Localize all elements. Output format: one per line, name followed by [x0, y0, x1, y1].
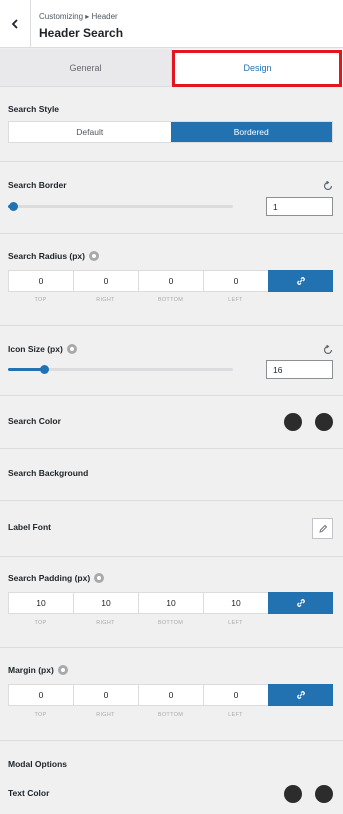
padding-link-button[interactable] — [268, 592, 333, 614]
search-color-section: Search Color — [0, 396, 343, 449]
side-label: LEFT — [228, 712, 243, 718]
link-icon — [296, 691, 305, 699]
padding-right-input[interactable]: 10 — [73, 592, 138, 614]
search-color-label: Search Color — [8, 416, 61, 426]
margin-inputs: 0 0 0 0 — [8, 684, 333, 706]
padding-bottom-input[interactable]: 10 — [138, 592, 203, 614]
icon-size-slider-fill — [8, 368, 44, 371]
icon-size-text: Icon Size (px) — [8, 344, 63, 354]
text-color-hover-swatch[interactable] — [315, 785, 333, 803]
tab-general[interactable]: General — [0, 49, 172, 87]
search-style-label: Search Style — [8, 104, 60, 114]
border-slider[interactable] — [8, 202, 233, 211]
side-label: LEFT — [228, 620, 243, 626]
icon-size-input[interactable]: 16 — [266, 360, 333, 379]
margin-left-input[interactable]: 0 — [203, 684, 268, 706]
reset-icon[interactable] — [323, 345, 333, 355]
back-button[interactable] — [0, 0, 31, 48]
side-label: BOTTOM — [157, 620, 184, 626]
link-icon — [296, 599, 305, 607]
side-label: TOP — [34, 620, 47, 626]
radius-inputs: 0 0 0 0 — [8, 270, 333, 292]
side-label: RIGHT — [96, 297, 115, 303]
side-label: RIGHT — [96, 620, 115, 626]
link-icon — [296, 277, 305, 285]
radius-top-input[interactable]: 0 — [8, 270, 73, 292]
style-default-button[interactable]: Default — [9, 122, 171, 142]
search-background-section: Search Background — [0, 449, 343, 501]
search-style-toggle: Default Bordered — [8, 121, 333, 143]
label-font-edit-button[interactable] — [312, 518, 333, 539]
side-label: LEFT — [228, 297, 243, 303]
search-padding-label: Search Padding (px) — [8, 573, 105, 583]
style-bordered-button[interactable]: Bordered — [170, 122, 332, 142]
border-slider-thumb[interactable] — [9, 202, 18, 211]
chevron-left-icon — [11, 19, 18, 29]
search-radius-section: Search Radius (px) 0 0 0 0 TOP RIGHT BOT… — [0, 234, 343, 326]
radius-link-button[interactable] — [268, 270, 333, 292]
search-padding-section: Search Padding (px) 10 10 10 10 TOP RIGH… — [0, 557, 343, 648]
search-color-swatch[interactable] — [284, 413, 302, 431]
tab-bar: General Design — [0, 49, 343, 87]
padding-inputs: 10 10 10 10 — [8, 592, 333, 614]
padding-left-input[interactable]: 10 — [203, 592, 268, 614]
padding-side-labels: TOP RIGHT BOTTOM LEFT — [8, 620, 333, 626]
radius-bottom-input[interactable]: 0 — [138, 270, 203, 292]
radius-left-input[interactable]: 0 — [203, 270, 268, 292]
side-label: RIGHT — [96, 712, 115, 718]
reset-icon[interactable] — [323, 181, 333, 191]
search-radius-label: Search Radius (px) — [8, 251, 99, 261]
icon-size-slider[interactable] — [8, 365, 233, 374]
help-icon[interactable] — [57, 665, 68, 675]
side-label: TOP — [34, 297, 47, 303]
help-icon[interactable] — [94, 573, 105, 583]
side-label: BOTTOM — [157, 712, 184, 718]
padding-top-input[interactable]: 10 — [8, 592, 73, 614]
icon-size-section: Icon Size (px) 16 — [0, 326, 343, 396]
margin-side-labels: TOP RIGHT BOTTOM LEFT — [8, 712, 333, 718]
pencil-icon — [318, 524, 327, 533]
panel-header: Customizing ▸ Header Header Search — [0, 0, 343, 48]
tab-design[interactable]: Design — [172, 49, 343, 87]
margin-link-button[interactable] — [268, 684, 333, 706]
radius-side-labels: TOP RIGHT BOTTOM LEFT — [8, 297, 333, 303]
margin-label: Margin (px) — [8, 665, 68, 675]
side-label: TOP — [34, 712, 47, 718]
margin-bottom-input[interactable]: 0 — [138, 684, 203, 706]
icon-size-label: Icon Size (px) — [8, 344, 77, 354]
search-color-hover-swatch[interactable] — [315, 413, 333, 431]
modal-options-heading: Modal Options — [8, 759, 68, 769]
search-border-section: Search Border 1 — [0, 162, 343, 234]
margin-section: Margin (px) 0 0 0 0 TOP RIGHT BOTTOM LEF… — [0, 648, 343, 741]
border-width-input[interactable]: 1 — [266, 197, 333, 216]
label-font-section: Label Font — [0, 501, 343, 557]
breadcrumb: Customizing ▸ Header — [39, 12, 118, 21]
margin-text: Margin (px) — [8, 665, 54, 675]
search-background-label: Search Background — [8, 468, 89, 478]
radius-right-input[interactable]: 0 — [73, 270, 138, 292]
text-color-swatch[interactable] — [284, 785, 302, 803]
search-border-label: Search Border — [8, 180, 67, 190]
margin-right-input[interactable]: 0 — [73, 684, 138, 706]
help-icon[interactable] — [66, 344, 77, 354]
text-color-label: Text Color — [8, 788, 50, 798]
icon-size-slider-thumb[interactable] — [40, 365, 49, 374]
help-icon[interactable] — [89, 251, 99, 261]
margin-top-input[interactable]: 0 — [8, 684, 73, 706]
page-title: Header Search — [39, 26, 124, 40]
search-padding-text: Search Padding (px) — [8, 573, 91, 583]
side-label: BOTTOM — [157, 297, 184, 303]
search-radius-text: Search Radius (px) — [8, 251, 85, 261]
label-font-label: Label Font — [8, 522, 51, 532]
